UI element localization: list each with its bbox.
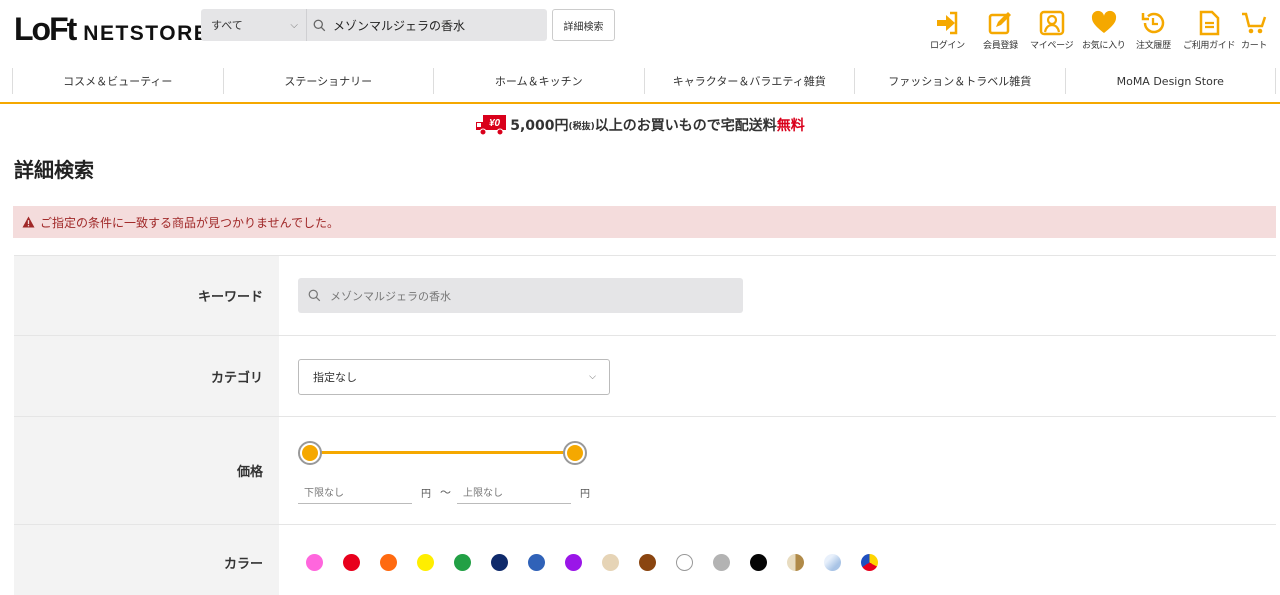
- guide-icon: [1199, 10, 1220, 36]
- color-swatch-green[interactable]: [454, 554, 471, 571]
- loft-logo[interactable]: LoFt NETSTORE: [14, 12, 209, 46]
- color-swatch-multi[interactable]: [861, 554, 878, 571]
- color-label: カラー: [14, 525, 279, 595]
- warning-icon: [22, 216, 35, 228]
- price-min-input[interactable]: 下限なし: [298, 480, 412, 504]
- banner-amount: 5,000円: [510, 118, 569, 134]
- category-label: カテゴリ: [14, 336, 279, 416]
- order-history-link[interactable]: 注文履歴: [1136, 10, 1171, 51]
- color-swatch-purple[interactable]: [565, 554, 582, 571]
- mypage-link[interactable]: マイページ: [1030, 10, 1074, 51]
- price-slider-min-handle[interactable]: [298, 441, 322, 465]
- banner-tax: (税抜): [568, 121, 595, 132]
- nav-item-stationery[interactable]: ステーショナリー: [222, 68, 434, 94]
- site-header: LoFt NETSTORE すべて ⌵ メゾンマルジェラの香水 詳細検索 ログイ…: [0, 0, 1280, 60]
- delivery-truck-icon: ¥0: [476, 115, 507, 136]
- color-swatch-gray[interactable]: [713, 554, 730, 571]
- color-swatch-pink[interactable]: [306, 554, 323, 571]
- color-swatch-silver[interactable]: [824, 554, 841, 571]
- banner-middle: 以上のお買いもので宅配送料: [594, 118, 777, 134]
- login-link[interactable]: ログイン: [930, 10, 965, 51]
- category-nav: コスメ＆ビューティー ステーショナリー ホーム＆キッチン キャラクター＆バラエテ…: [0, 60, 1280, 104]
- logo-main: LoFt: [14, 11, 77, 47]
- keyword-row: キーワード メゾンマルジェラの香水: [14, 256, 1276, 336]
- logo-sub: NETSTORE: [83, 22, 210, 45]
- cart-icon: [1242, 12, 1267, 34]
- color-swatch-red[interactable]: [343, 554, 360, 571]
- color-swatch-blue[interactable]: [528, 554, 545, 571]
- price-unit-min: 円: [421, 488, 431, 500]
- price-slider-track[interactable]: [310, 451, 575, 454]
- free-shipping-banner[interactable]: ¥0 5,000円 (税抜) 以上のお買いもので宅配送料 無料: [0, 114, 1280, 136]
- register-icon: [989, 12, 1012, 35]
- nav-item-moma[interactable]: MoMA Design Store: [1064, 68, 1276, 94]
- price-max-input[interactable]: 上限なし: [457, 480, 571, 504]
- nav-item-home-kitchen[interactable]: ホーム＆キッチン: [433, 68, 644, 94]
- color-swatch-yellow[interactable]: [417, 554, 434, 571]
- price-unit-max: 円: [580, 488, 590, 500]
- color-swatch-beige[interactable]: [602, 554, 619, 571]
- color-row: カラー: [14, 525, 1276, 595]
- keyword-value: メゾンマルジェラの香水: [330, 289, 451, 303]
- search-scope-select[interactable]: すべて ⌵: [201, 9, 307, 41]
- color-swatch-list: [306, 554, 898, 571]
- cart-link[interactable]: カート: [1241, 10, 1267, 51]
- nav-item-cosme[interactable]: コスメ＆ビューティー: [12, 68, 223, 94]
- color-swatch-brown[interactable]: [639, 554, 656, 571]
- history-icon: [1142, 12, 1165, 34]
- nav-item-fashion-travel[interactable]: ファッション＆トラベル雑貨: [854, 68, 1065, 94]
- advanced-search-form: キーワード メゾンマルジェラの香水 カテゴリ 指定なし ⌵ 価格 下限なし 円: [14, 255, 1276, 595]
- header-search-bar: すべて ⌵ メゾンマルジェラの香水: [201, 9, 547, 41]
- guide-link[interactable]: ご利用ガイド: [1183, 10, 1236, 51]
- keyword-input[interactable]: メゾンマルジェラの香水: [298, 278, 743, 313]
- favorites-link[interactable]: お気に入り: [1082, 10, 1126, 51]
- alert-message: ご指定の条件に一致する商品が見つかりませんでした。: [40, 215, 340, 230]
- keyword-label: キーワード: [14, 256, 279, 335]
- mypage-icon: [1039, 10, 1064, 36]
- register-link[interactable]: 会員登録: [983, 10, 1018, 51]
- category-select[interactable]: 指定なし ⌵: [298, 359, 610, 395]
- search-icon: [308, 289, 321, 302]
- search-icon: [313, 19, 326, 31]
- price-row: 価格 下限なし 円 〜 上限なし 円: [14, 417, 1276, 525]
- category-row: カテゴリ 指定なし ⌵: [14, 336, 1276, 417]
- chevron-down-icon: ⌵: [290, 19, 298, 31]
- chevron-down-icon: ⌵: [589, 372, 596, 382]
- heart-icon: [1091, 10, 1116, 34]
- color-swatch-orange[interactable]: [380, 554, 397, 571]
- price-label: 価格: [14, 417, 279, 524]
- price-separator: 〜: [440, 486, 451, 499]
- no-results-alert: ご指定の条件に一致する商品が見つかりませんでした。: [13, 206, 1276, 238]
- banner-badge: ¥0: [489, 118, 501, 129]
- nav-item-character-variety[interactable]: キャラクター＆バラエティ雑貨: [643, 68, 855, 94]
- page-title: 詳細検索: [14, 158, 94, 182]
- color-swatch-black[interactable]: [750, 554, 767, 571]
- color-swatch-white[interactable]: [676, 554, 693, 571]
- banner-free: 無料: [776, 118, 805, 134]
- header-search-input[interactable]: メゾンマルジェラの香水: [307, 17, 465, 34]
- color-swatch-navy[interactable]: [491, 554, 508, 571]
- search-scope-value: すべて: [211, 19, 243, 32]
- color-swatch-gold[interactable]: [787, 554, 804, 571]
- header-search-value: メゾンマルジェラの香水: [333, 18, 466, 33]
- advanced-search-button[interactable]: 詳細検索: [552, 9, 615, 41]
- price-slider-max-handle[interactable]: [563, 441, 587, 465]
- category-value: 指定なし: [313, 371, 357, 384]
- login-icon: [937, 11, 958, 35]
